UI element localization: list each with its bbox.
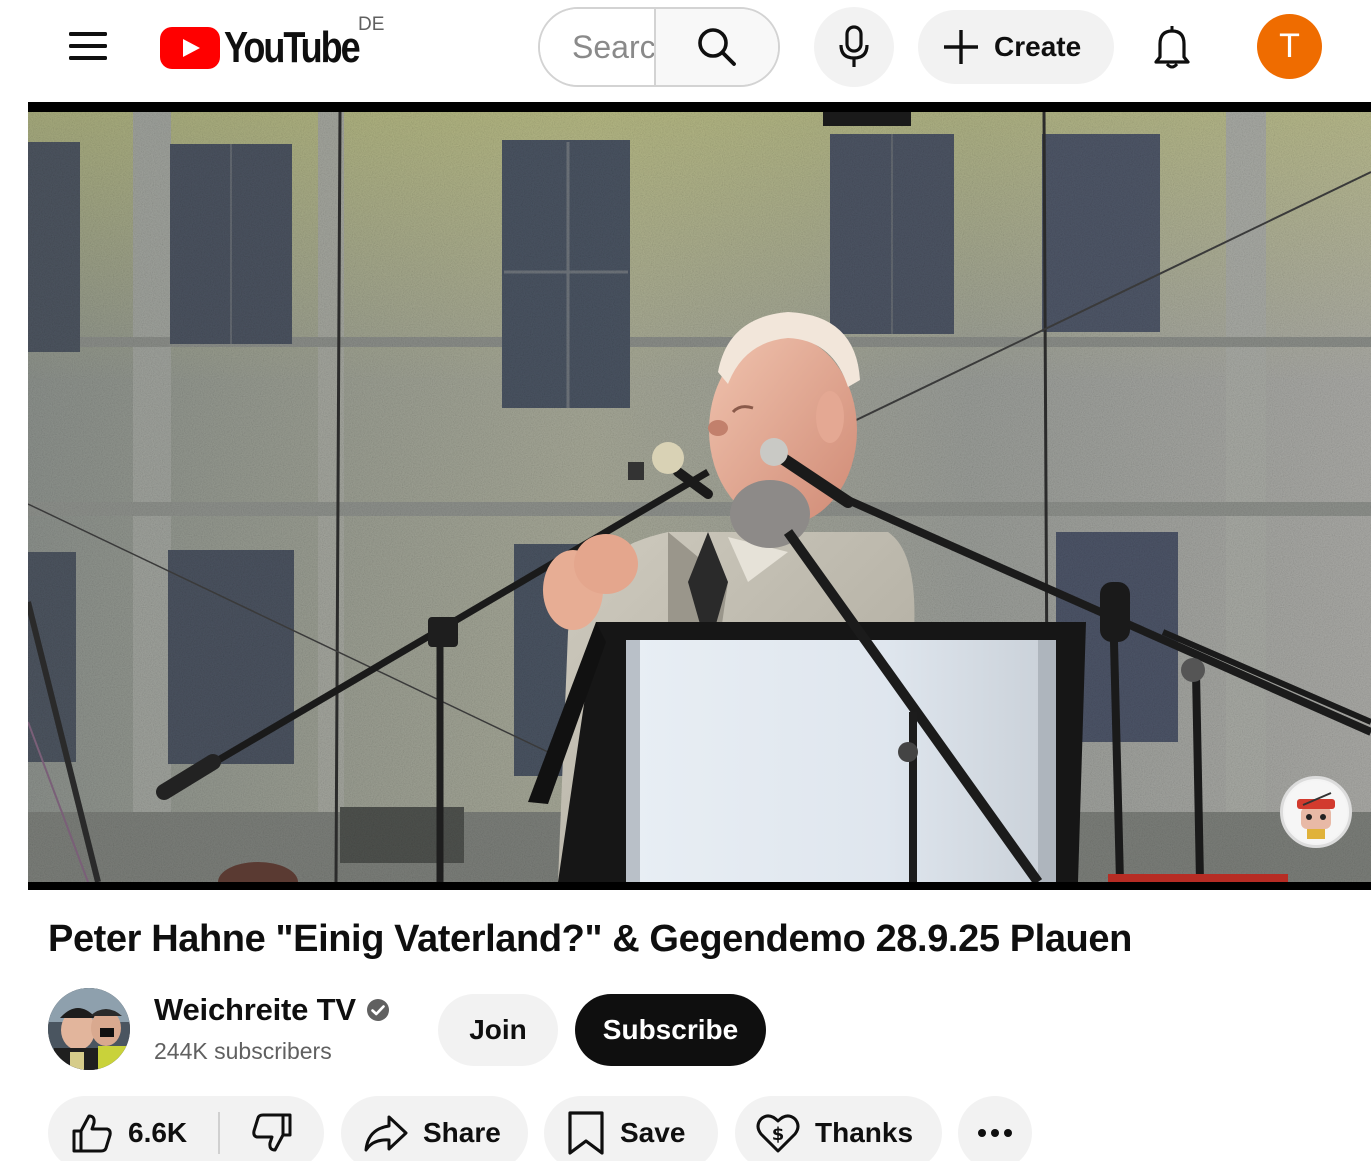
heart-dollar-icon: $ [756, 1114, 800, 1153]
share-label: Share [423, 1117, 501, 1148]
notifications-button[interactable] [1132, 7, 1212, 87]
hamburger-menu-icon [69, 32, 107, 60]
save-label: Save [620, 1117, 686, 1148]
search-icon [698, 28, 736, 66]
search-bar [538, 7, 780, 87]
guide-menu-button[interactable] [56, 14, 120, 78]
search-input[interactable] [540, 9, 654, 85]
create-label: Create [994, 31, 1082, 62]
create-button[interactable]: Create [918, 10, 1114, 84]
svg-text:$: $ [772, 1124, 785, 1145]
like-dislike-group: 6.6K [48, 1096, 324, 1161]
video-frame [28, 112, 1371, 882]
like-count: 6.6K [128, 1117, 188, 1148]
video-player[interactable] [28, 102, 1371, 890]
video-title: Peter Hahne "Einig Vaterland?" & Gegende… [48, 918, 1132, 960]
verified-badge-icon [366, 999, 389, 1021]
youtube-logo[interactable]: YouTube [160, 18, 388, 78]
more-actions-button[interactable] [958, 1096, 1032, 1161]
channel-avatar[interactable] [48, 988, 130, 1070]
save-button[interactable]: Save [544, 1096, 718, 1161]
country-code: DE [358, 14, 385, 35]
like-button[interactable]: 6.6K [48, 1096, 218, 1161]
thumbs-down-icon [252, 1113, 292, 1152]
masthead: YouTube DE Create T [0, 0, 1371, 100]
plus-icon [944, 30, 978, 64]
bell-icon [1154, 26, 1190, 69]
join-button[interactable]: Join [438, 994, 558, 1066]
logo-text: YouTube [224, 23, 361, 72]
thanks-button[interactable]: $ Thanks [735, 1096, 942, 1161]
youtube-play-logo-icon [160, 27, 220, 69]
thumbs-up-icon [72, 1114, 112, 1153]
dislike-button[interactable] [220, 1096, 324, 1161]
channel-name-link[interactable]: Weichreite TV [154, 992, 390, 1028]
voice-search-button[interactable] [814, 7, 894, 87]
thanks-label: Thanks [815, 1117, 914, 1148]
share-icon [364, 1115, 408, 1152]
channel-name: Weichreite TV [154, 992, 356, 1027]
channel-watermark-icon[interactable] [1280, 776, 1352, 848]
bookmark-icon [568, 1111, 604, 1155]
subscriber-count: 244K subscribers [154, 1038, 332, 1064]
share-button[interactable]: Share [341, 1096, 528, 1161]
account-avatar-button[interactable]: T [1257, 14, 1322, 79]
more-horizontal-icon [978, 1129, 1012, 1137]
search-button[interactable] [654, 9, 778, 85]
microphone-icon [839, 25, 869, 67]
subscribe-button[interactable]: Subscribe [575, 994, 766, 1066]
